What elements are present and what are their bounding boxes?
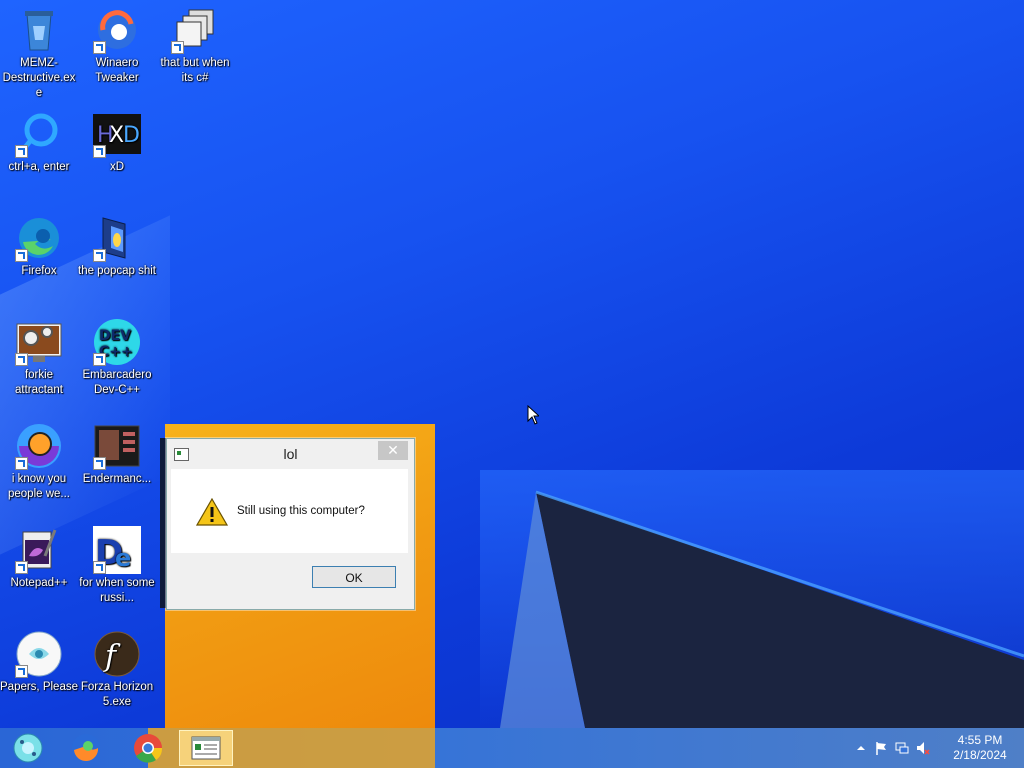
desktop-icon-devcpp[interactable]: DEV C++ Embarcadero Dev-C++ bbox=[78, 312, 156, 398]
desktop-icon-label: the popcap shit bbox=[78, 265, 157, 277]
shortcut-arrow-icon bbox=[15, 665, 28, 678]
desktop-icon-i-know-you[interactable]: i know you people we... bbox=[0, 416, 78, 502]
desktop-icon-de[interactable]: De for when some russi... bbox=[78, 520, 156, 606]
desktop-icon-label: Papers, Please bbox=[0, 681, 78, 693]
start-orb-button[interactable] bbox=[2, 730, 54, 766]
desktop-icon-label: ctrl+a, enter bbox=[8, 161, 70, 173]
volume-muted-icon[interactable] bbox=[916, 741, 930, 755]
dialog-window-icon bbox=[191, 736, 221, 760]
shortcut-arrow-icon bbox=[93, 41, 106, 54]
desktop-icon-memz[interactable]: MEMZ-Destructive.exe bbox=[0, 0, 78, 101]
desktop-icon-label: Firefox bbox=[21, 265, 57, 277]
taskbar-clock[interactable]: 4:55 PM 2/18/2024 bbox=[950, 733, 1010, 763]
snowflake-orb-icon bbox=[13, 733, 43, 763]
desktop-icon-forkie[interactable]: forkie attractant bbox=[0, 312, 78, 398]
svg-text:e: e bbox=[115, 544, 131, 572]
mouse-cursor-icon bbox=[527, 405, 539, 425]
desktop-icon-label: MEMZ-Destructive.exe bbox=[2, 57, 76, 99]
shortcut-arrow-icon bbox=[171, 41, 184, 54]
shortcut-arrow-icon bbox=[15, 353, 28, 366]
shortcut-arrow-icon bbox=[15, 561, 28, 574]
dialog-message: Still using this computer? bbox=[237, 505, 365, 517]
desktop-icon-papers-please[interactable]: Papers, Please bbox=[0, 624, 78, 695]
recycle-bin-icon bbox=[15, 6, 63, 54]
desktop-icon-label: that but when its c# bbox=[160, 57, 230, 84]
desktop-icon-enderman[interactable]: Endermanc... bbox=[78, 416, 156, 487]
shortcut-arrow-icon bbox=[93, 249, 106, 262]
close-button[interactable]: ✕ bbox=[378, 441, 408, 460]
message-dialog: lol ✕ Still using this computer? OK bbox=[166, 438, 415, 610]
edge-icon bbox=[15, 214, 63, 262]
clock-time: 4:55 PM bbox=[957, 733, 1003, 747]
clock-date: 2/18/2024 bbox=[953, 748, 1007, 762]
action-center-flag-icon[interactable] bbox=[874, 741, 888, 755]
desktop-icon-popcap[interactable]: the popcap shit bbox=[78, 208, 156, 279]
taskbar-firefox-button[interactable] bbox=[60, 730, 112, 766]
system-tray: 4:55 PM 2/18/2024 bbox=[844, 728, 1024, 768]
network-icon[interactable] bbox=[895, 741, 909, 755]
desktop-icon-forza[interactable]: f Forza Horizon 5.exe bbox=[78, 624, 156, 710]
shortcut-arrow-icon bbox=[93, 353, 106, 366]
ok-button[interactable]: OK bbox=[312, 566, 396, 588]
shortcut-arrow-icon bbox=[93, 457, 106, 470]
desktop-icon-label: for when some russi... bbox=[79, 577, 155, 604]
firefox-like-icon bbox=[15, 422, 63, 470]
warning-icon bbox=[196, 498, 228, 526]
desktop-icon-winaero[interactable]: Winaero Tweaker bbox=[78, 0, 156, 86]
shortcut-arrow-icon bbox=[15, 457, 28, 470]
taskbar: 4:55 PM 2/18/2024 bbox=[0, 728, 1024, 768]
shortcut-arrow-icon bbox=[15, 249, 28, 262]
svg-text:DEV: DEV bbox=[99, 328, 131, 344]
desktop-icon-firefox[interactable]: Firefox bbox=[0, 208, 78, 279]
desktop-icon-notepadpp[interactable]: Notepad++ bbox=[0, 520, 78, 591]
folder-icon bbox=[93, 214, 141, 262]
desktop-icon-label: Forza Horizon 5.exe bbox=[80, 681, 154, 708]
shortcut-arrow-icon bbox=[93, 561, 106, 574]
devcpp-icon: DEV C++ bbox=[93, 318, 141, 366]
dialog-title: lol bbox=[283, 446, 298, 462]
taskbar-dialog-button[interactable] bbox=[179, 730, 233, 766]
flash-icon: f bbox=[93, 630, 141, 678]
winaero-icon bbox=[93, 6, 141, 54]
taskbar-chrome-button[interactable] bbox=[122, 730, 174, 766]
chrome-icon bbox=[134, 734, 163, 763]
desktop-icon-label: Endermanc... bbox=[82, 473, 152, 485]
desktop-icon-that-but-csharp[interactable]: that but when its c# bbox=[156, 0, 234, 86]
shortcut-arrow-icon bbox=[93, 145, 106, 158]
enderman-icon bbox=[93, 422, 141, 470]
desktop-icon-label: xD bbox=[109, 161, 125, 173]
desktop-icon-label: Embarcadero Dev-C++ bbox=[82, 369, 152, 396]
firefox-icon bbox=[72, 734, 100, 762]
desktop-icon-label: Winaero Tweaker bbox=[95, 57, 139, 84]
desktop-icon-label: i know you people we... bbox=[7, 473, 70, 500]
dialog-titlebar[interactable]: lol ✕ bbox=[167, 439, 414, 469]
svg-text:D: D bbox=[123, 123, 140, 148]
desktop-icon-label: Notepad++ bbox=[10, 577, 68, 589]
papers-please-icon bbox=[15, 630, 63, 678]
desktop-icon-ctrl-a-enter[interactable]: ctrl+a, enter bbox=[0, 104, 78, 175]
stacked-windows-icon bbox=[171, 6, 219, 54]
svg-text:X: X bbox=[109, 123, 124, 148]
hxd-icon: HXD bbox=[93, 110, 141, 158]
settings-monitor-icon bbox=[15, 318, 63, 366]
desktop-icon-xd[interactable]: HXD xD bbox=[78, 104, 156, 175]
notepadpp-icon bbox=[15, 526, 63, 574]
desktop-icon-label: forkie attractant bbox=[15, 369, 63, 396]
search-ring-icon bbox=[15, 110, 63, 158]
de-icon: De bbox=[93, 526, 141, 574]
desktop-background: MEMZ-Destructive.exe Winaero Tweaker tha… bbox=[0, 0, 1024, 728]
show-hidden-icons-chevron[interactable] bbox=[854, 741, 868, 755]
shortcut-arrow-icon bbox=[15, 145, 28, 158]
close-icon: ✕ bbox=[387, 442, 399, 458]
dialog-body: Still using this computer? bbox=[171, 469, 408, 553]
